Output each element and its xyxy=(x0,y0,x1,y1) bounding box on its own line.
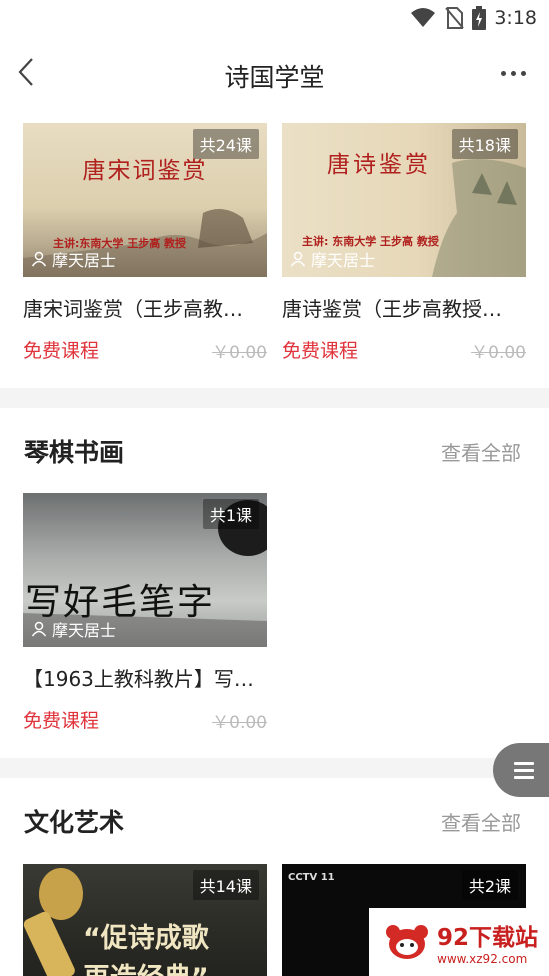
page-title: 诗国学堂 xyxy=(224,63,325,92)
original-price: ￥0.00 xyxy=(212,713,267,733)
thumbnail-title-line2: 再造经典” xyxy=(83,956,209,976)
course-card[interactable]: 唐诗鉴赏 主讲: 东南大学 王步高 教授 共18课 摩天居士 唐诗鉴赏（王步高教… xyxy=(282,123,526,363)
more-dots-icon xyxy=(500,70,506,76)
price-row: 免费课程 ￥0.00 xyxy=(23,706,267,733)
floating-menu-button[interactable] xyxy=(493,743,549,797)
section-divider xyxy=(0,758,549,778)
course-card[interactable]: 写好毛笔字 共1课 摩天居士 【1963上教科教片】写… 免费课程 ￥0.00 xyxy=(23,493,267,733)
status-time: 3:18 xyxy=(494,7,537,29)
more-options-button[interactable] xyxy=(495,58,531,88)
course-thumbnail[interactable]: “促诗成歌 再造经典” 共14课 xyxy=(23,864,267,976)
user-icon xyxy=(31,251,47,267)
course-thumbnail[interactable]: 写好毛笔字 共1课 摩天居士 xyxy=(23,493,267,647)
app-header: 诗国学堂 xyxy=(0,40,549,106)
view-all-link[interactable]: 查看全部 xyxy=(441,807,521,836)
free-label: 免费课程 xyxy=(23,710,100,732)
author-name: 摩天居士 xyxy=(311,251,376,270)
watermark-name: 92下载站 xyxy=(437,925,539,951)
lesson-count-badge: 共24课 xyxy=(192,129,259,159)
cctv-logo: CCTV 11 xyxy=(288,872,335,883)
no-sim-icon xyxy=(445,7,465,29)
course-title[interactable]: 唐诗鉴赏（王步高教授… xyxy=(282,293,526,322)
course-thumbnail[interactable]: 唐宋词鉴赏 主讲:东南大学 王步高 教授 共24课 摩天居士 xyxy=(23,123,267,277)
view-all-link[interactable]: 查看全部 xyxy=(441,437,521,466)
price-row: 免费课程 ￥0.00 xyxy=(23,336,267,363)
section-title: 琴棋书画 xyxy=(24,438,125,467)
lesson-count-badge: 共2课 xyxy=(461,870,518,900)
price-row: 免费课程 ￥0.00 xyxy=(282,336,526,363)
course-card[interactable]: “促诗成歌 再造经典” 共14课 xyxy=(23,864,267,976)
watermark: 92下载站 www.xz92.com xyxy=(369,908,549,976)
author: 摩天居士 xyxy=(290,247,375,271)
status-bar: 3:18 xyxy=(0,0,549,40)
free-label: 免费课程 xyxy=(282,340,359,362)
author: 摩天居士 xyxy=(31,247,116,271)
battery-charging-icon xyxy=(472,6,487,30)
course-title[interactable]: 【1963上教科教片】写… xyxy=(23,663,267,692)
lesson-count-badge: 共18课 xyxy=(451,129,518,159)
wifi-icon xyxy=(411,8,436,27)
thumbnail-title: 唐诗鉴赏 xyxy=(327,152,431,178)
section-header: 文化艺术 查看全部 xyxy=(24,803,521,843)
lesson-count-badge: 共14课 xyxy=(192,870,259,900)
author-name: 摩天居士 xyxy=(52,621,117,640)
section-title: 文化艺术 xyxy=(24,808,125,837)
course-card[interactable]: 唐宋词鉴赏 主讲:东南大学 王步高 教授 共24课 摩天居士 唐宋词鉴赏（王步高… xyxy=(23,123,267,363)
watermark-logo-icon xyxy=(385,922,429,962)
original-price: ￥0.00 xyxy=(471,343,526,363)
menu-icon xyxy=(514,761,534,779)
free-label: 免费课程 xyxy=(23,340,100,362)
section-header: 琴棋书画 查看全部 xyxy=(24,433,521,473)
thumbnail-title: “促诗成歌 xyxy=(83,923,209,954)
author: 摩天居士 xyxy=(31,617,116,641)
watermark-url: www.xz92.com xyxy=(437,952,528,966)
user-icon xyxy=(290,251,306,267)
section-divider xyxy=(0,388,549,408)
user-icon xyxy=(31,621,47,637)
course-thumbnail[interactable]: 唐诗鉴赏 主讲: 东南大学 王步高 教授 共18课 摩天居士 xyxy=(282,123,526,277)
original-price: ￥0.00 xyxy=(212,343,267,363)
course-title[interactable]: 唐宋词鉴赏（王步高教… xyxy=(23,293,267,322)
lesson-count-badge: 共1课 xyxy=(202,499,259,529)
author-name: 摩天居士 xyxy=(52,251,117,270)
